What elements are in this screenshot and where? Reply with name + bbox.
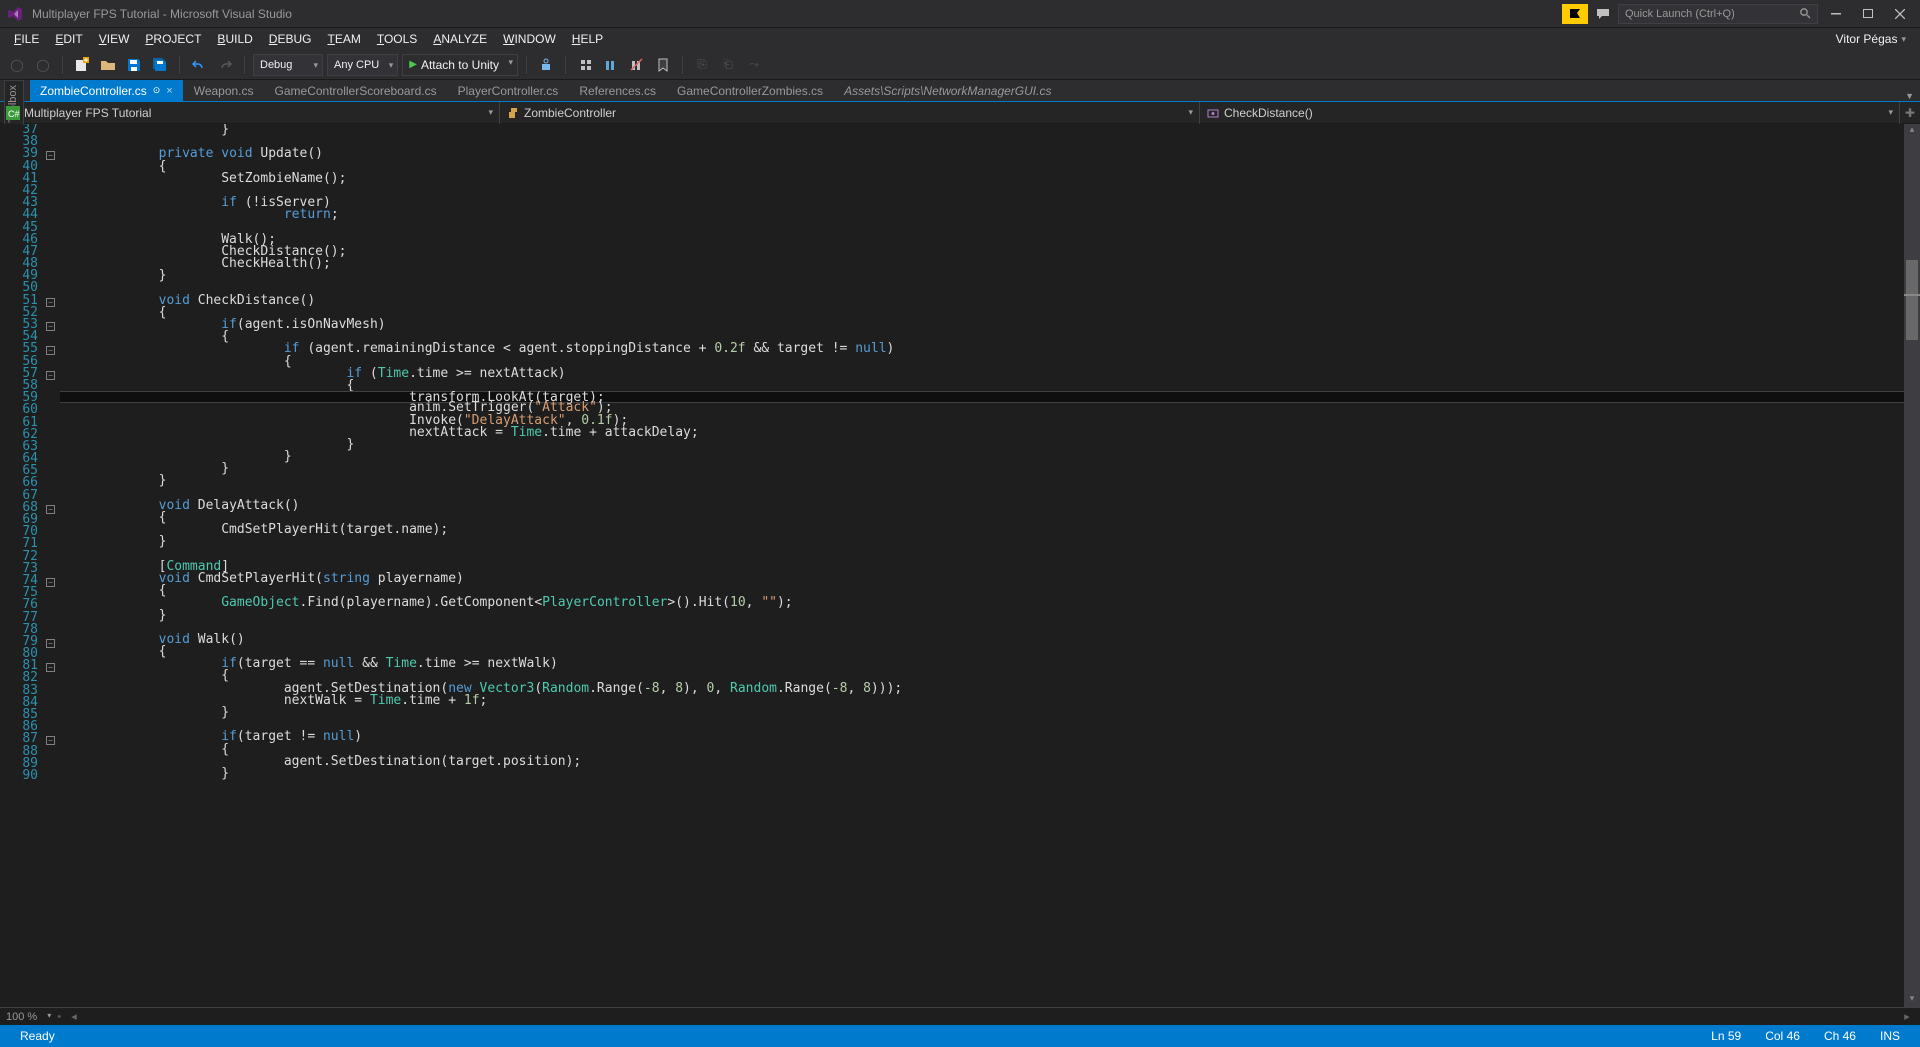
status-line: Ln 59 [1699,1029,1753,1043]
vs-logo-icon [6,5,24,23]
solution-platform-dropdown[interactable]: Any CPU [327,54,398,76]
tab-label: Weapon.cs [194,84,254,98]
menu-project[interactable]: PROJECT [137,30,209,48]
editor-zoom-bar: 100 % • ◂ ▸ [0,1007,1920,1025]
bullet-icon: • [57,1011,61,1023]
user-name-label: Vitor Pégas [1836,32,1898,46]
search-icon [1799,7,1813,21]
toolbar-separator [526,56,527,74]
svg-text:C#: C# [8,109,20,119]
nav-member-dropdown[interactable]: CheckDistance() [1200,102,1900,124]
menu-help[interactable]: HELP [564,30,611,48]
status-char: Ch 46 [1812,1029,1868,1043]
doc-tab[interactable]: GameControllerZombies.cs [667,80,833,101]
feedback-icon[interactable] [1592,4,1614,24]
nav-project-dropdown[interactable]: C# Multiplayer FPS Tutorial [0,102,500,124]
line-number-gutter: 3738394041424344454647484950515253545556… [0,124,46,1007]
tab-label: PlayerController.cs [458,84,559,98]
chevron-down-icon: ▾ [1901,34,1906,45]
tab-label: GameControllerScoreboard.cs [275,84,437,98]
menu-team[interactable]: TEAM [319,30,368,48]
code-editor[interactable]: 3738394041424344454647484950515253545556… [0,124,1920,1007]
play-icon: ▶ [409,59,417,70]
start-debug-label: Attach to Unity [421,58,499,72]
code-content[interactable]: } private void Update() { SetZombieName(… [60,124,1920,1007]
nav-back-button[interactable]: ◯ [6,54,28,76]
pin-icon[interactable]: ⊙ [153,85,161,96]
nav-forward-button[interactable]: ◯ [32,54,54,76]
doc-tab[interactable]: Assets\Scripts\NetworkManagerGUI.cs [834,80,1061,101]
step-into-button[interactable] [574,54,596,76]
scrollbar-caret-marker [1904,294,1920,296]
document-tab-strip: Toolbox ZombieController.cs ⊙ ×Weapon.cs… [0,80,1920,102]
menu-build[interactable]: BUILD [209,30,260,48]
toolbar-separator [682,56,683,74]
status-ins: INS [1868,1029,1912,1043]
undo-button[interactable] [188,54,210,76]
save-button[interactable] [123,54,145,76]
tabs-overflow-button[interactable]: ▼ [1905,91,1914,101]
code-nav-bar: C# Multiplayer FPS Tutorial ZombieContro… [0,102,1920,124]
outline-fold-gutter[interactable]: −−−−−−−−−− [46,124,60,1007]
close-icon[interactable]: × [166,85,172,97]
user-account-menu[interactable]: Vitor Pégas ▾ [1828,30,1914,48]
doc-tab[interactable]: References.cs [569,80,666,101]
nav-class-dropdown[interactable]: ZombieController [500,102,1200,124]
tb-extra-2[interactable]: ⎗ [717,54,739,76]
tab-label: References.cs [579,84,656,98]
csharp-project-icon: C# [6,106,20,120]
hscroll-right[interactable]: ▸ [1900,1010,1914,1023]
method-icon [1206,106,1220,120]
status-ready: Ready [8,1029,67,1043]
doc-tab[interactable]: Weapon.cs [184,80,264,101]
tb-extra-3[interactable]: ⤳ [743,54,765,76]
solution-config-dropdown[interactable]: Debug [253,54,323,76]
doc-tab[interactable]: ZombieController.cs ⊙ × [30,80,183,101]
menu-view[interactable]: VIEW [91,30,138,48]
tab-label: Assets\Scripts\NetworkManagerGUI.cs [844,84,1051,98]
close-button[interactable] [1886,4,1914,24]
zoom-dropdown[interactable]: 100 % [6,1011,51,1023]
status-bar: Ready Ln 59 Col 46 Ch 46 INS [0,1025,1920,1047]
redo-button[interactable] [214,54,236,76]
quick-launch-placeholder: Quick Launch (Ctrl+Q) [1625,8,1735,20]
open-file-button[interactable] [97,54,119,76]
notification-flag-icon[interactable] [1562,4,1588,24]
toolbar-separator [62,56,63,74]
standard-toolbar: ◯ ◯ Debug Any CPU ▶ Attach to Unity ⎘ ⎗ … [0,50,1920,80]
class-icon [506,106,520,120]
vertical-scrollbar[interactable]: ▴ ▾ [1904,124,1920,1007]
comment-button[interactable] [600,54,622,76]
bookmark-button[interactable] [652,54,674,76]
quick-launch-input[interactable]: Quick Launch (Ctrl+Q) [1618,4,1818,24]
doc-tab[interactable]: GameControllerScoreboard.cs [265,80,447,101]
toolbar-separator [565,56,566,74]
browser-link-button[interactable] [535,54,557,76]
toolbar-separator [179,56,180,74]
minimize-button[interactable] [1822,4,1850,24]
menu-file[interactable]: FILE [6,30,47,48]
status-column: Col 46 [1753,1029,1812,1043]
menu-window[interactable]: WINDOW [495,30,564,48]
tab-label: GameControllerZombies.cs [677,84,823,98]
doc-tab[interactable]: PlayerController.cs [448,80,569,101]
toolbar-separator [244,56,245,74]
scrollbar-thumb[interactable] [1906,260,1918,340]
new-project-button[interactable] [71,54,93,76]
menu-tools[interactable]: TOOLS [369,30,425,48]
uncomment-button[interactable] [626,54,648,76]
hscroll-left[interactable]: ◂ [67,1010,81,1023]
start-debug-button[interactable]: ▶ Attach to Unity [402,54,518,76]
save-all-button[interactable] [149,54,171,76]
menu-analyze[interactable]: ANALYZE [425,30,495,48]
tab-label: ZombieController.cs [40,84,147,98]
maximize-button[interactable] [1854,4,1882,24]
window-title: Multiplayer FPS Tutorial - Microsoft Vis… [32,7,292,21]
menu-bar: FILEEDITVIEWPROJECTBUILDDEBUGTEAMTOOLSAN… [0,28,1920,50]
split-editor-button[interactable]: ✚ [1900,106,1920,120]
tb-extra-1[interactable]: ⎘ [691,54,713,76]
title-bar: Multiplayer FPS Tutorial - Microsoft Vis… [0,0,1920,28]
menu-debug[interactable]: DEBUG [261,30,320,48]
menu-edit[interactable]: EDIT [47,30,90,48]
